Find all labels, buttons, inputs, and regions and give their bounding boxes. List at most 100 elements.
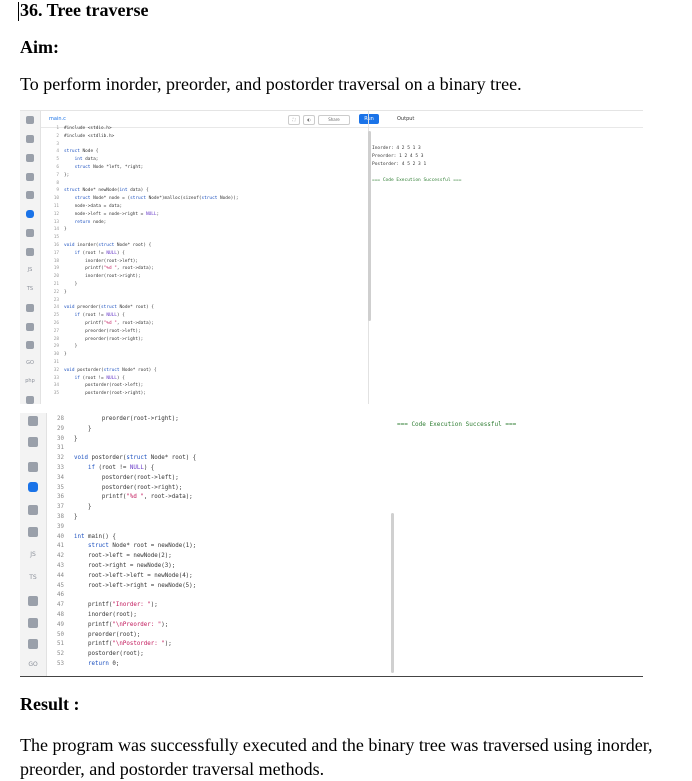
code-line[interactable]: 1 #include <stdio.h>: [45, 125, 365, 133]
code-line[interactable]: 49 printf("\nPreorder: ");: [48, 621, 388, 631]
ruby-icon[interactable]: [28, 639, 38, 649]
js-icon[interactable]: JS: [28, 267, 33, 273]
code-line[interactable]: 18 inorder(root->left);: [45, 258, 365, 266]
code-line[interactable]: 6 struct Node *left, *right;: [45, 164, 365, 172]
lua-icon[interactable]: GO: [28, 661, 37, 668]
code-line[interactable]: 32 void postorder(struct Node* root) {: [48, 454, 388, 464]
code-text: void postorder(struct Node* root) {: [74, 455, 197, 462]
cpp-icon[interactable]: [28, 505, 38, 515]
code-line[interactable]: 33 if (root != NULL) {: [45, 375, 365, 383]
code-line[interactable]: 22}: [45, 289, 365, 297]
run-button[interactable]: Run: [359, 114, 379, 124]
code-line[interactable]: 40 int main() {: [48, 533, 388, 543]
code-line[interactable]: 30}: [48, 435, 388, 445]
c-icon[interactable]: [28, 482, 38, 492]
code-line[interactable]: 13 return node;: [45, 219, 365, 227]
output-scrollbar[interactable]: [368, 131, 371, 321]
go-icon[interactable]: [28, 462, 38, 472]
cpp-icon[interactable]: [26, 229, 34, 237]
ts-icon[interactable]: TS: [29, 574, 36, 581]
code-line[interactable]: 38}: [48, 513, 388, 523]
code-line[interactable]: 4 struct Node {: [45, 148, 365, 156]
code-line[interactable]: 9 struct Node* newNode(int data) {: [45, 187, 365, 195]
code-line[interactable]: 44 root->left->left = newNode(4);: [48, 572, 388, 582]
code-line[interactable]: 21 }: [45, 281, 365, 289]
code-line[interactable]: 47 printf("Inorder: ");: [48, 601, 388, 611]
code-line[interactable]: 41 struct Node* root = newNode(1);: [48, 542, 388, 552]
lua-icon[interactable]: [26, 396, 34, 404]
code-line[interactable]: 2 #include <stdlib.h>: [45, 133, 365, 141]
file-tab[interactable]: main.c: [49, 116, 66, 122]
code-line[interactable]: 7};: [45, 172, 365, 180]
html-icon[interactable]: [28, 416, 38, 426]
code-line[interactable]: 16 void inorder(struct Node* root) {: [45, 242, 365, 250]
java-icon[interactable]: [28, 437, 38, 447]
html-icon[interactable]: [26, 173, 34, 181]
php-icon[interactable]: [26, 323, 34, 331]
code-line[interactable]: 46: [48, 591, 388, 601]
code-line[interactable]: 35 postorder(root->right);: [48, 484, 388, 494]
code-line[interactable]: 34 postorder(root->left);: [45, 382, 365, 390]
code-line[interactable]: 29 }: [45, 343, 365, 351]
code-line[interactable]: 50 preorder(root);: [48, 631, 388, 641]
code-line[interactable]: 24 void preorder(struct Node* root) {: [45, 304, 365, 312]
code-line[interactable]: 28 preorder(root->right);: [45, 336, 365, 344]
code-line[interactable]: 45 root->left->right = newNode(5);: [48, 582, 388, 592]
code-line[interactable]: 27 preorder(root->left);: [45, 328, 365, 336]
code-line[interactable]: 15: [45, 234, 365, 242]
share-button[interactable]: Share: [318, 115, 350, 125]
code-line[interactable]: 52 postorder(root);: [48, 650, 388, 660]
code-line[interactable]: 5 int data;: [45, 156, 365, 164]
code-line[interactable]: 53 return 0;: [48, 660, 388, 670]
theme-icon[interactable]: ◐: [303, 115, 315, 125]
output-scrollbar[interactable]: [391, 513, 394, 673]
code-line[interactable]: 32 void postorder(struct Node* root) {: [45, 367, 365, 375]
code-line[interactable]: 42 root->left = newNode(2);: [48, 552, 388, 562]
code-line[interactable]: 10 struct Node* node = (struct Node*)mal…: [45, 195, 365, 203]
code-line[interactable]: 33 if (root != NULL) {: [48, 464, 388, 474]
code-line[interactable]: 43 root->right = newNode(3);: [48, 562, 388, 572]
code-line[interactable]: 25 if (root != NULL) {: [45, 312, 365, 320]
code-line[interactable]: 31: [48, 444, 388, 454]
fullscreen-icon[interactable]: ⛶: [288, 115, 300, 125]
python-icon[interactable]: [26, 116, 34, 124]
ruby-icon[interactable]: php: [25, 378, 35, 384]
code-line[interactable]: 20 inorder(root->right);: [45, 273, 365, 281]
code-line[interactable]: 29 }: [48, 425, 388, 435]
rust-icon[interactable]: [28, 618, 38, 628]
swift-icon[interactable]: [26, 341, 34, 349]
code-line[interactable]: 3: [45, 141, 365, 149]
sql-icon[interactable]: [26, 154, 34, 162]
csharp-icon[interactable]: [26, 248, 34, 256]
code-line[interactable]: 14}: [45, 226, 365, 234]
code-editor[interactable]: 28 preorder(root->right); 29 } 30} 31 32 void…: [48, 415, 388, 670]
csharp-icon[interactable]: [28, 527, 38, 537]
code-editor[interactable]: 1 #include <stdio.h> 2 #include <stdlib.h> 3…: [45, 125, 365, 398]
code-line[interactable]: 35 postorder(root->right);: [45, 390, 365, 398]
code-line[interactable]: 37 }: [48, 503, 388, 513]
code-line[interactable]: 36 printf("%d ", root->data);: [48, 493, 388, 503]
code-text: postorder(root->left);: [74, 474, 179, 481]
code-line[interactable]: 11 node->data = data;: [45, 203, 365, 211]
code-line[interactable]: 17 if (root != NULL) {: [45, 250, 365, 258]
ts-icon[interactable]: TS: [27, 286, 33, 292]
code-line[interactable]: 23: [45, 297, 365, 305]
code-line[interactable]: 8: [45, 180, 365, 188]
code-line[interactable]: 19 printf("%d ", root->data);: [45, 265, 365, 273]
code-line[interactable]: 34 postorder(root->left);: [48, 474, 388, 484]
code-line[interactable]: 39: [48, 523, 388, 533]
rust-icon[interactable]: GO: [26, 360, 34, 366]
code-line[interactable]: 30}: [45, 351, 365, 359]
code-line[interactable]: 48 inorder(root);: [48, 611, 388, 621]
code-line[interactable]: 31: [45, 359, 365, 367]
js-icon[interactable]: JS: [30, 551, 36, 558]
code-line[interactable]: 26 printf("%d ", root->data);: [45, 320, 365, 328]
r-icon[interactable]: [26, 135, 34, 143]
go-icon[interactable]: [26, 304, 34, 312]
java-icon[interactable]: [26, 191, 34, 199]
code-line[interactable]: 28 preorder(root->right);: [48, 415, 388, 425]
c-icon[interactable]: [26, 210, 34, 218]
code-line[interactable]: 51 printf("\nPostorder: ");: [48, 640, 388, 650]
swift-icon[interactable]: [28, 596, 38, 606]
code-line[interactable]: 12 node->left = node->right = NULL;: [45, 211, 365, 219]
